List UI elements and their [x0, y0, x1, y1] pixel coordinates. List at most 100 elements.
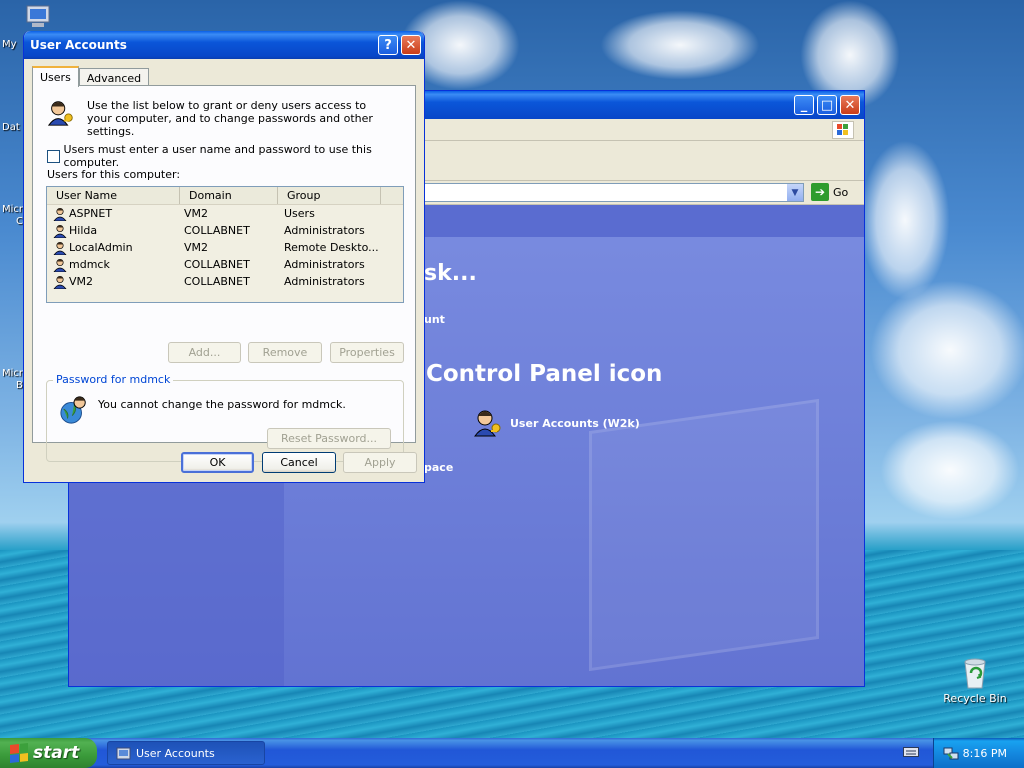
ok-button[interactable]: OK [181, 452, 254, 473]
user-accounts-w2k-label: User Accounts (W2k) [510, 416, 640, 430]
password-message: You cannot change the password for mdmck… [98, 398, 346, 411]
group-cell: Administrators [284, 275, 365, 288]
system-tray: 8:16 PM [933, 738, 1024, 768]
taskbar: start User Accounts 8:16 PM [0, 738, 1024, 768]
user-name-cell: VM2 [47, 275, 180, 289]
go-button[interactable]: ➔ Go [811, 183, 848, 201]
users-list-label: Users for this computer: [47, 168, 181, 181]
desktop-icon-label[interactable]: C [16, 216, 23, 227]
remove-user-button[interactable]: Remove [248, 342, 322, 363]
dialog-title: User Accounts [30, 38, 127, 52]
users-list-header: User Name Domain Group [47, 187, 403, 205]
close-button[interactable]: ✕ [840, 95, 860, 115]
table-row[interactable]: LocalAdmin VM2 Remote Deskto... [47, 239, 403, 256]
domain-cell: COLLABNET [184, 258, 250, 271]
chevron-down-icon[interactable]: ▼ [787, 184, 803, 201]
clock[interactable]: 8:16 PM [963, 747, 1007, 760]
desktop-icon-label[interactable]: My [2, 39, 17, 50]
tab-users[interactable]: Users [32, 66, 79, 87]
control-panel-icon [116, 747, 131, 760]
reset-password-button[interactable]: Reset Password... [267, 428, 391, 449]
user-name-cell: LocalAdmin [47, 241, 180, 255]
user-name: mdmck [69, 258, 110, 271]
windows-logo-icon [832, 121, 854, 139]
user-accounts-dialog: User Accounts ? ✕ Users Advanced Use the… [23, 31, 425, 483]
user-icon [53, 224, 67, 238]
table-row[interactable]: ASPNET VM2 Users [47, 205, 403, 222]
user-accounts-icon [47, 101, 73, 126]
domain-cell: VM2 [184, 207, 209, 220]
user-name-cell: mdmck [47, 258, 180, 272]
users-list[interactable]: User Name Domain Group ASPNET VM2 Users Hil… [46, 186, 404, 303]
user-name: ASPNET [69, 207, 113, 220]
user-name-cell: Hilda [47, 224, 180, 238]
cloud-decoration [860, 140, 950, 300]
group-cell: Remote Deskto... [284, 241, 379, 254]
group-cell: Administrators [284, 258, 365, 271]
intro-text: Use the list below to grant or deny user… [87, 99, 373, 138]
column-header-user-name[interactable]: User Name [47, 187, 180, 204]
cloud-decoration [600, 10, 760, 80]
password-groupbox-legend: Password for mdmck [53, 373, 174, 386]
cloud-decoration [880, 420, 1020, 520]
group-cell: Users [284, 207, 315, 220]
domain-cell: COLLABNET [184, 224, 250, 237]
my-computer-icon[interactable] [24, 4, 52, 30]
apply-button[interactable]: Apply [343, 452, 417, 473]
desktop-icon-label[interactable]: B [16, 380, 23, 391]
go-arrow-icon: ➔ [811, 183, 829, 201]
recycle-bin[interactable]: Recycle Bin [940, 656, 1010, 705]
table-row[interactable]: mdmck COLLABNET Administrators [47, 256, 403, 273]
table-row[interactable]: VM2 COLLABNET Administrators [47, 273, 403, 290]
dialog-titlebar[interactable]: User Accounts ? ✕ [24, 31, 424, 59]
require-password-label: Users must enter a user name and passwor… [63, 143, 372, 169]
control-panel-icon-heading: Control Panel icon [426, 361, 663, 387]
desktop-icon-label[interactable]: Dat [2, 122, 20, 133]
require-password-checkbox-row[interactable]: Users must enter a user name and passwor… [47, 143, 415, 169]
require-password-checkbox[interactable] [47, 149, 60, 163]
recycle-bin-label: Recycle Bin [943, 692, 1007, 705]
user-globe-icon [60, 396, 86, 424]
network-icon[interactable] [943, 745, 959, 761]
column-header-domain[interactable]: Domain [180, 187, 278, 204]
domain-cell: VM2 [184, 241, 209, 254]
properties-button[interactable]: Properties [330, 342, 404, 363]
go-label: Go [833, 185, 849, 199]
pick-task-heading: sk... [424, 261, 477, 286]
user-name: Hilda [69, 224, 98, 237]
taskbar-item-label: User Accounts [136, 746, 215, 760]
table-row[interactable]: Hilda COLLABNET Administrators [47, 222, 403, 239]
password-groupbox: Password for mdmck You cannot change the… [46, 373, 404, 462]
recycle-bin-icon [964, 658, 986, 689]
group-cell: Administrators [284, 224, 365, 237]
user-icon [53, 275, 67, 289]
user-icon [53, 241, 67, 255]
windows-flag-icon [10, 743, 28, 763]
start-button[interactable]: start [0, 738, 97, 768]
cancel-button[interactable]: Cancel [262, 452, 336, 473]
minimize-button[interactable]: _ [794, 95, 814, 115]
help-button[interactable]: ? [378, 35, 398, 55]
taskbar-item-user-accounts[interactable]: User Accounts [107, 741, 265, 765]
maximize-button[interactable]: □ [817, 95, 837, 115]
task-link[interactable]: pace [424, 461, 453, 474]
user-name: LocalAdmin [69, 241, 133, 254]
user-name-cell: ASPNET [47, 207, 180, 221]
address-input[interactable]: ▼ [409, 183, 804, 202]
start-label: start [33, 743, 80, 763]
cloud-decoration [870, 280, 1024, 420]
user-icon [53, 258, 67, 272]
user-name: VM2 [69, 275, 94, 288]
checkmark-watermark-icon [589, 398, 819, 672]
users-tab-panel: Use the list below to grant or deny user… [32, 85, 416, 462]
add-user-button[interactable]: Add... [168, 342, 241, 363]
user-icon [53, 207, 67, 221]
tab-strip: Users Advanced [32, 66, 150, 87]
user-accounts-icon [474, 410, 501, 437]
user-accounts-w2k-item[interactable]: User Accounts (W2k) [472, 408, 640, 438]
column-header-group[interactable]: Group [278, 187, 381, 204]
close-button[interactable]: ✕ [401, 35, 421, 55]
task-link[interactable]: unt [424, 313, 445, 326]
keyboard-icon[interactable] [903, 746, 919, 758]
domain-cell: COLLABNET [184, 275, 250, 288]
